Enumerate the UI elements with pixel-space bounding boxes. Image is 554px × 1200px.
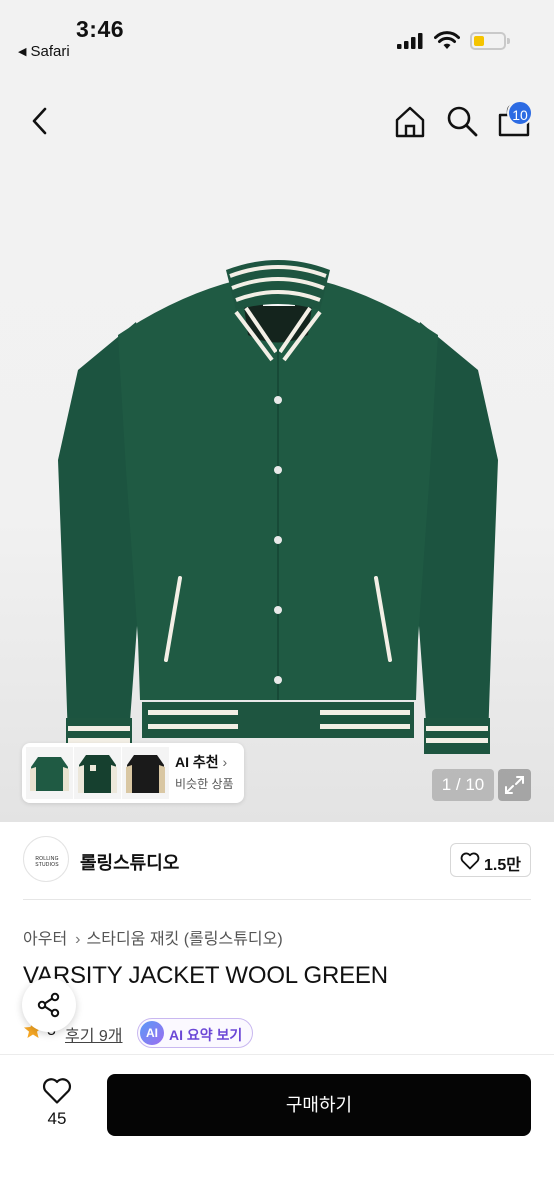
wifi-icon (434, 31, 460, 49)
wishlist-button[interactable]: 45 (36, 1075, 78, 1135)
ai-recommend-title: AI 추천 › (175, 754, 228, 770)
brand-name[interactable]: 롤링스튜디오 (80, 849, 179, 875)
chevron-right-icon: › (222, 754, 228, 770)
chevron-right-icon: › (75, 931, 81, 948)
ai-badge-icon: AI (140, 1021, 164, 1045)
brand-logo-text: ROLLING STUDIOS (35, 856, 59, 868)
back-app-label: Safari (30, 43, 70, 60)
product-title: VARSITY JACKET WOOL GREEN (23, 962, 388, 989)
status-time: 3:46 (76, 16, 125, 42)
expand-icon[interactable] (498, 769, 531, 801)
ai-summary-label: AI 요약 보기 (169, 1027, 243, 1043)
search-icon[interactable] (444, 103, 480, 139)
share-icon (37, 992, 60, 1018)
section-divider (23, 899, 531, 900)
cellular-signal-icon (397, 33, 423, 49)
bottom-action-bar: 45 구매하기 (0, 1054, 554, 1200)
breadcrumb: 아우터 › 스타디움 재킷 (롤링스튜디오) (23, 925, 283, 949)
heart-icon (42, 1078, 72, 1104)
breadcrumb-subcategory[interactable]: 스타디움 재킷 (롤링스튜디오) (87, 931, 283, 948)
ai-summary-button[interactable]: AI AI 요약 보기 (137, 1018, 253, 1048)
green-varsity-jacket-thumbnail[interactable] (26, 747, 73, 799)
home-icon[interactable] (392, 104, 428, 140)
brand-like-count: 1.5만 (484, 857, 521, 874)
chevron-left-icon[interactable] (26, 104, 56, 138)
ai-recommend-subtitle: 비슷한 상품 (175, 777, 234, 791)
ai-recommend-card[interactable]: AI 추천 › 비슷한 상품 (22, 743, 244, 803)
status-bar: 3:46 ◀ Safari (0, 0, 554, 70)
varsity-jacket-image (58, 260, 498, 754)
wishlist-count: 45 (47, 1109, 67, 1128)
image-counter: 1 / 10 (432, 769, 494, 801)
heart-icon (460, 852, 480, 870)
back-to-safari[interactable]: ◀ Safari (18, 43, 70, 60)
battery-icon (470, 32, 510, 50)
share-button[interactable] (22, 978, 76, 1032)
cart-count-badge: 10 (507, 100, 533, 126)
breadcrumb-category[interactable]: 아우터 (23, 931, 67, 948)
brand-like-button[interactable]: 1.5만 (450, 843, 531, 877)
buy-button[interactable]: 구매하기 (107, 1074, 531, 1136)
black-varsity-jacket-thumbnail[interactable] (122, 747, 169, 799)
product-image-gallery[interactable]: 10 AI 추천 › 비슷한 상품 1 / 10 (0, 70, 554, 822)
review-count-link[interactable]: 후기 9개 (65, 1022, 123, 1046)
green-varsity-jacket-thumbnail[interactable] (74, 747, 121, 799)
brand-logo[interactable]: ROLLING STUDIOS (23, 836, 69, 882)
